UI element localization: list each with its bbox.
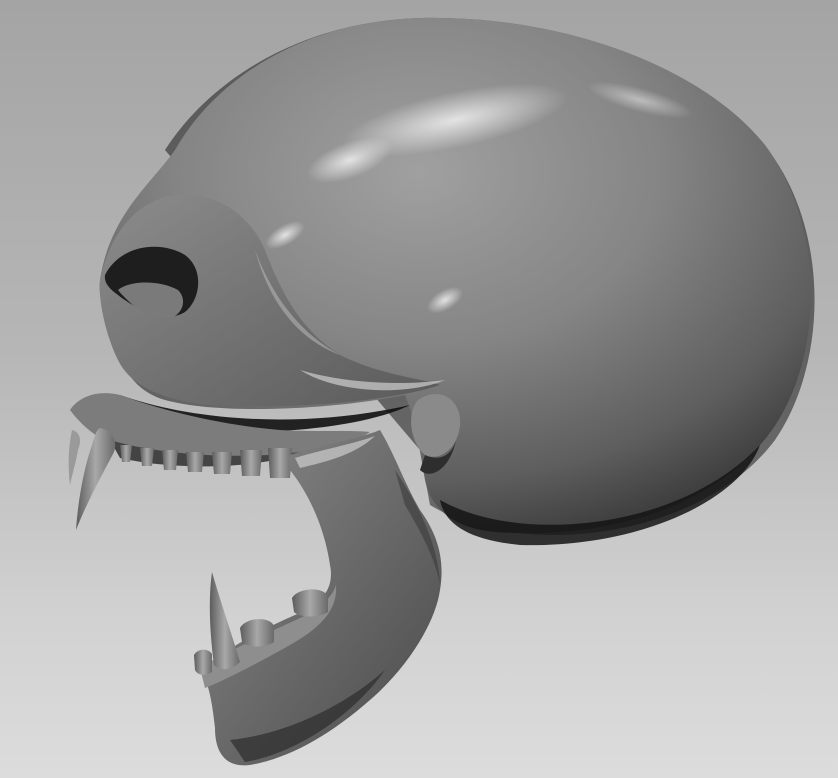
upper-fang (76, 428, 116, 530)
upper-fang-small (68, 430, 80, 485)
skull-render (68, 17, 815, 766)
lower-fang (209, 572, 240, 670)
render-viewport[interactable] (0, 0, 838, 778)
